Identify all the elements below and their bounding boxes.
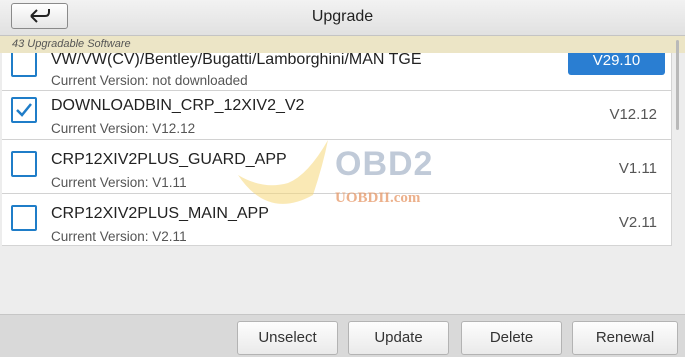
update-button[interactable]: Update <box>348 321 449 355</box>
item-checkbox[interactable] <box>11 205 37 231</box>
upgradable-count-text: 43 Upgradable Software <box>12 38 131 50</box>
upgradable-count-bar: 43 Upgradable Software <box>0 36 685 53</box>
current-version: Current Version: V2.11 <box>51 229 187 244</box>
current-version: Current Version: V12.12 <box>51 121 196 136</box>
watermark-brand: OBD2 <box>335 145 434 183</box>
action-bar: Unselect Update Delete Renewal <box>0 314 685 357</box>
item-checkbox[interactable] <box>11 53 37 77</box>
item-checkbox-checked[interactable] <box>11 97 37 123</box>
top-bar: Upgrade <box>0 0 685 36</box>
version-label: V12.12 <box>609 106 657 123</box>
software-name: CRP12XIV2PLUS_GUARD_APP <box>51 151 287 168</box>
page-title: Upgrade <box>311 8 374 25</box>
unselect-button[interactable]: Unselect <box>237 321 338 355</box>
version-label: V2.11 <box>618 214 657 231</box>
version-label: V1.11 <box>618 160 657 177</box>
software-name: VW/VW(CV)/Bentley/Bugatti/Lamborghini/MA… <box>51 53 422 68</box>
delete-button[interactable]: Delete <box>461 321 562 355</box>
watermark-site: UOBDII.com <box>335 190 421 206</box>
version-button[interactable]: V29.10 <box>568 53 665 75</box>
software-name: DOWNLOADBIN_CRP_12XIV2_V2 <box>51 97 305 114</box>
list-item[interactable]: DOWNLOADBIN_CRP_12XIV2_V2 Current Versio… <box>2 86 671 140</box>
checkmark-icon <box>16 103 32 117</box>
software-name: CRP12XIV2PLUS_MAIN_APP <box>51 205 269 222</box>
renewal-button[interactable]: Renewal <box>572 321 678 355</box>
current-version: Current Version: V1.11 <box>51 175 187 190</box>
scrollbar[interactable] <box>676 40 679 130</box>
item-checkbox[interactable] <box>11 151 37 177</box>
